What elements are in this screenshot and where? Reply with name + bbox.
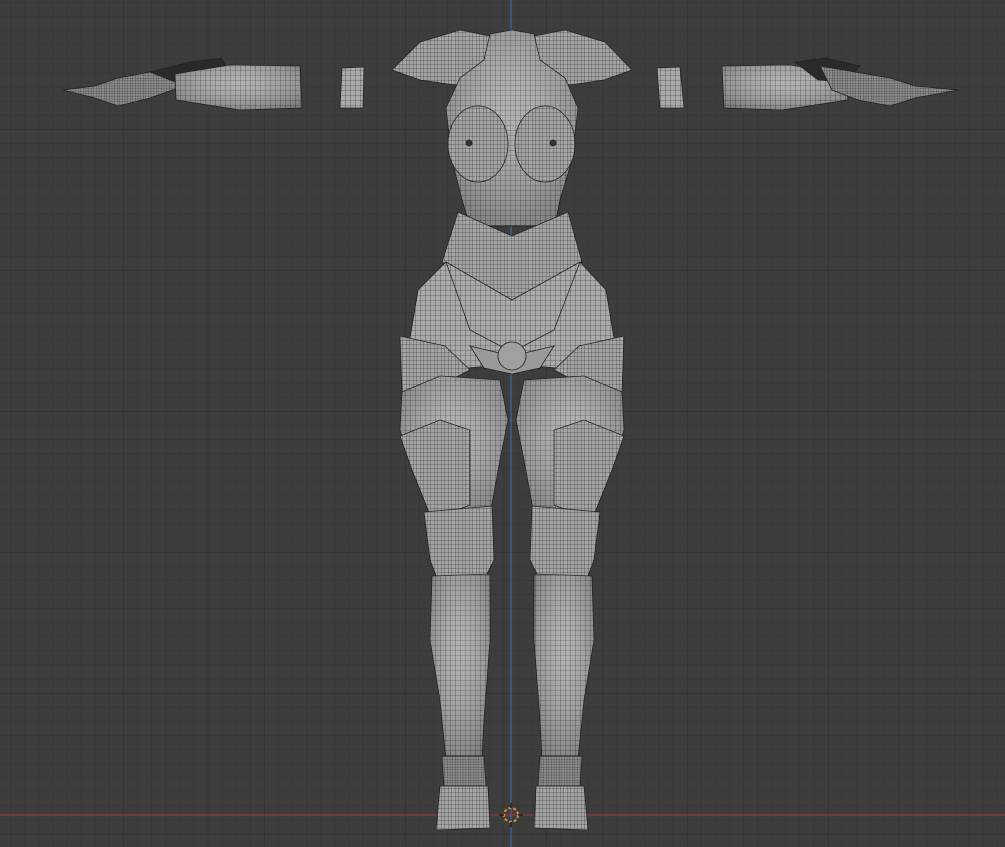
left-boot: [435, 785, 491, 831]
left-chest: [447, 105, 509, 183]
right-thigh-plate: [553, 419, 625, 521]
viewport-scene[interactable]: [0, 0, 1005, 847]
3d-viewport[interactable]: [0, 0, 1005, 847]
right-boot-cuff: [537, 755, 583, 787]
right-chest: [514, 105, 576, 183]
left-arm-band: [339, 66, 365, 109]
left-thigh-plate: [399, 419, 471, 521]
right-boot: [533, 785, 589, 831]
right-arm-band: [656, 66, 685, 109]
left-boot-cuff: [441, 755, 487, 787]
groin-sphere: [497, 341, 527, 371]
